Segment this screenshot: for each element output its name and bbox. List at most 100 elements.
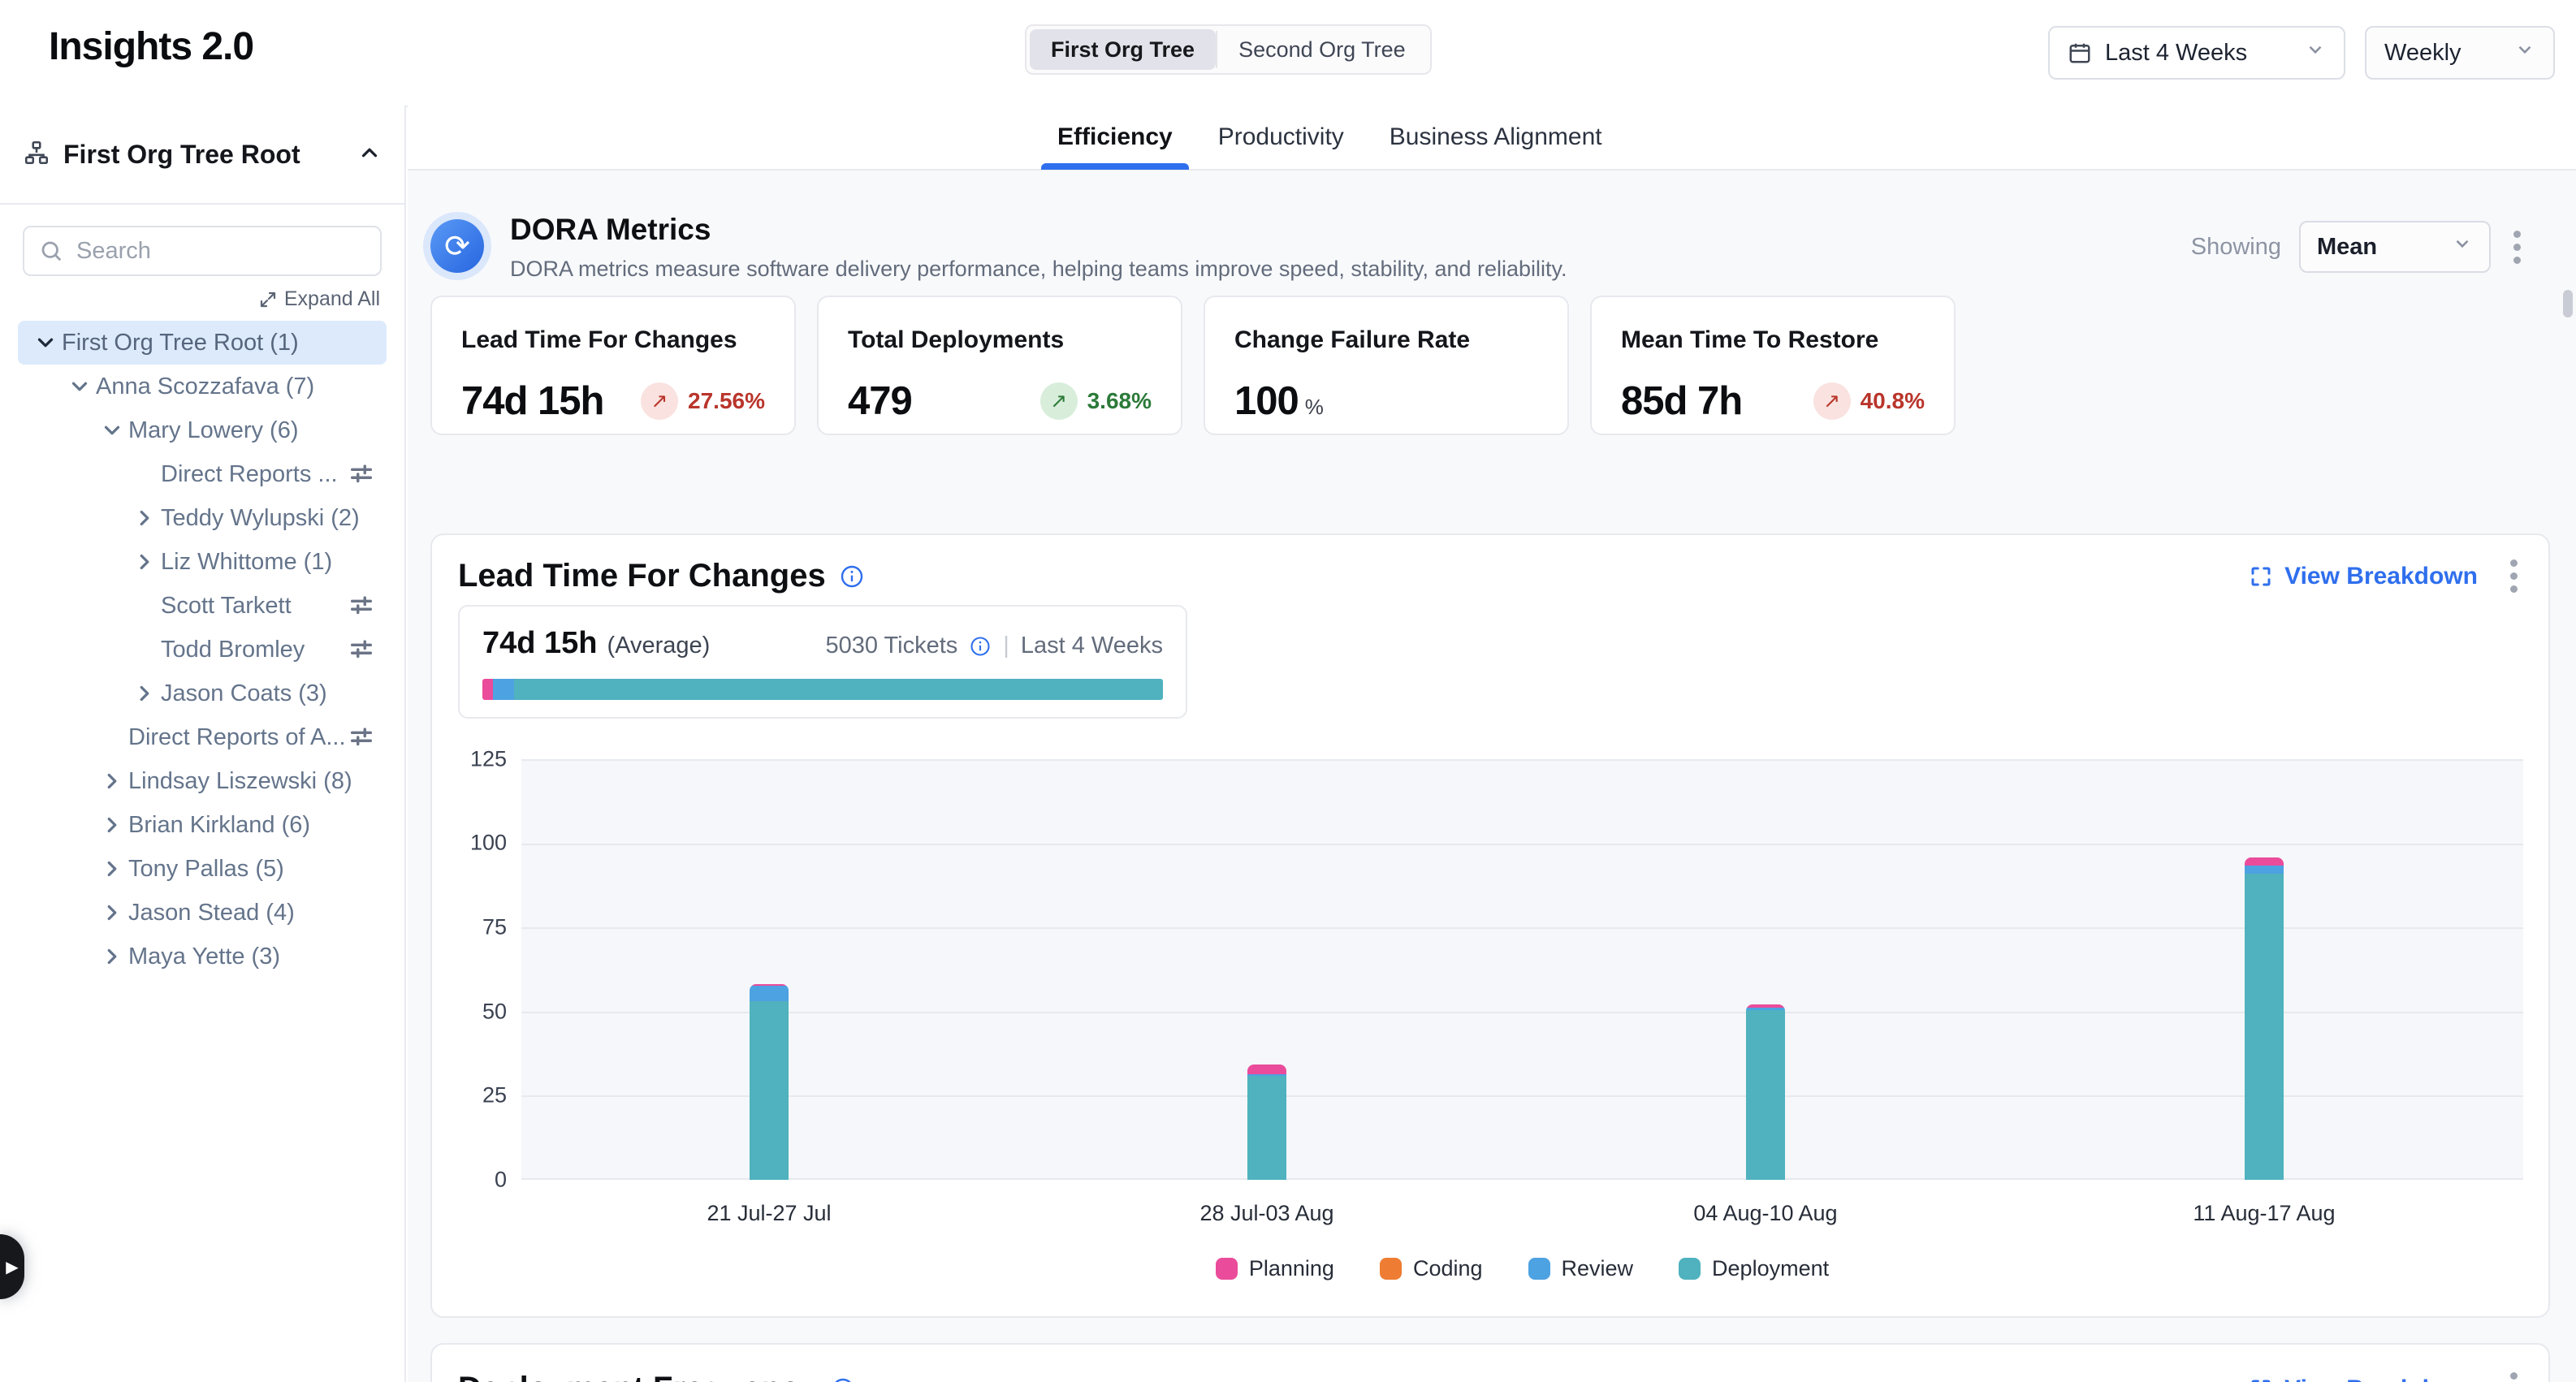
- tree-item-jason-stead[interactable]: Jason Stead (4): [18, 891, 387, 935]
- tab-business-alignment[interactable]: Business Alignment: [1390, 105, 1602, 170]
- trend-up-arrow-icon: ↗: [1040, 382, 1078, 420]
- chevron-right-icon[interactable]: [96, 944, 128, 969]
- chevron-down-icon[interactable]: [29, 330, 62, 355]
- metric-card-change-failure-rate: Change Failure Rate 100 %: [1204, 296, 1569, 435]
- expand-all-button[interactable]: Expand All: [0, 276, 404, 317]
- chevron-down-icon[interactable]: [96, 418, 128, 443]
- metric-value: 74d 15h: [461, 378, 603, 424]
- chart-legend: Planning Coding Review Deployment: [521, 1256, 2523, 1281]
- lead-time-average-box: 74d 15h (Average) 5030 Tickets | Last 4 …: [458, 605, 1187, 719]
- metric-value: 85d 7h: [1621, 378, 1742, 424]
- view-breakdown-button[interactable]: View Breakdown: [2249, 1376, 2478, 1382]
- tree-item-brian-kirkland[interactable]: Brian Kirkland (6): [18, 803, 387, 847]
- legend-coding[interactable]: Coding: [1380, 1256, 1483, 1281]
- expand-corners-icon: [2249, 1377, 2273, 1382]
- tab-efficiency[interactable]: Efficiency: [1057, 105, 1173, 170]
- lead-time-chart-plot: [521, 759, 2523, 1180]
- deployment-frequency-title: Deployment Frequency: [458, 1371, 856, 1382]
- phase-distribution-bar: [482, 679, 1163, 700]
- tab-productivity[interactable]: Productivity: [1218, 105, 1344, 170]
- info-icon[interactable]: [830, 1376, 856, 1382]
- dashboard-content: ⟳ DORA Metrics DORA metrics measure soft…: [408, 172, 2576, 1382]
- aggregation-select[interactable]: Mean: [2299, 221, 2491, 273]
- granularity-value: Weekly: [2384, 40, 2461, 67]
- info-icon[interactable]: [969, 635, 992, 658]
- lead-time-kebab-menu[interactable]: [2505, 555, 2522, 598]
- granularity-select[interactable]: Weekly: [2365, 26, 2555, 80]
- chevron-down-icon[interactable]: [63, 374, 96, 399]
- review-swatch: [1528, 1258, 1550, 1280]
- tree-item-lindsay-liszewski[interactable]: Lindsay Liszewski (8): [18, 759, 387, 803]
- dora-section-description: DORA metrics measure software delivery p…: [510, 257, 1567, 282]
- bar-21jul-27jul[interactable]: [750, 984, 789, 1180]
- lead-time-card: Lead Time For Changes View Breakdown 74d…: [430, 533, 2550, 1318]
- app-title: Insights 2.0: [49, 24, 253, 69]
- chevron-down-icon: [2305, 39, 2326, 67]
- filter-sliders-icon[interactable]: [348, 636, 375, 663]
- tree-item-scott-tarkett[interactable]: Scott Tarkett: [18, 584, 387, 628]
- tree-item-mary-lowery[interactable]: Mary Lowery (6): [18, 408, 387, 452]
- metric-card-total-deployments: Total Deployments 479 ↗ 3.68%: [817, 296, 1182, 435]
- legend-planning[interactable]: Planning: [1216, 1256, 1334, 1281]
- metric-value: 100: [1234, 378, 1299, 424]
- planning-segment: [482, 679, 493, 700]
- metric-card-lead-time: Lead Time For Changes 74d 15h ↗ 27.56%: [430, 296, 796, 435]
- toggle-first-org-tree[interactable]: First Org Tree: [1030, 29, 1216, 70]
- tree-item-tony-pallas[interactable]: Tony Pallas (5): [18, 847, 387, 891]
- chevron-right-icon[interactable]: [128, 550, 161, 574]
- vertical-scrollbar-thumb[interactable]: [2563, 290, 2573, 317]
- tree-item-liz-whittome[interactable]: Liz Whittome (1): [18, 540, 387, 584]
- tree-item-direct-reports[interactable]: Direct Reports ...: [18, 452, 387, 496]
- trend-badge: ↗ 40.8%: [1813, 382, 1925, 420]
- tree-item-jason-coats[interactable]: Jason Coats (3): [18, 672, 387, 715]
- bar-11aug-17aug[interactable]: [2245, 857, 2284, 1180]
- tree-item-teddy-wylupski[interactable]: Teddy Wylupski (2): [18, 496, 387, 540]
- deployment-segment: [514, 679, 1163, 700]
- lead-time-title: Lead Time For Changes: [458, 558, 865, 594]
- chevron-right-icon[interactable]: [96, 857, 128, 881]
- dora-cycle-icon: ⟳: [430, 219, 484, 273]
- collapse-chevron-up-icon[interactable]: [357, 140, 382, 169]
- tree-item-anna-scozzafava[interactable]: Anna Scozzafava (7): [18, 365, 387, 408]
- tree-item-direct-reports-of-a[interactable]: Direct Reports of A...: [18, 715, 387, 759]
- chevron-right-icon[interactable]: [128, 681, 161, 706]
- chevron-right-icon[interactable]: [128, 506, 161, 530]
- trend-up-arrow-icon: ↗: [641, 382, 678, 420]
- average-value: 74d 15h: [482, 626, 598, 661]
- toggle-second-org-tree[interactable]: Second Org Tree: [1217, 29, 1427, 70]
- metric-cards-row: Lead Time For Changes 74d 15h ↗ 27.56% T…: [430, 296, 1956, 435]
- filter-sliders-icon[interactable]: [348, 592, 375, 620]
- deployment-frequency-kebab-menu[interactable]: [2505, 1367, 2522, 1382]
- sidebar-search[interactable]: [23, 226, 382, 276]
- tree-item-maya-yette[interactable]: Maya Yette (3): [18, 935, 387, 978]
- planning-swatch: [1216, 1258, 1238, 1280]
- bar-04aug-10aug[interactable]: [1746, 1004, 1785, 1180]
- chevron-right-icon[interactable]: [96, 769, 128, 793]
- filter-sliders-icon[interactable]: [348, 723, 375, 751]
- tree-item-first-org-tree-root[interactable]: First Org Tree Root (1): [18, 321, 387, 365]
- legend-deployment[interactable]: Deployment: [1679, 1256, 1829, 1281]
- chevron-right-icon[interactable]: [96, 813, 128, 837]
- showing-controls: Showing Mean: [2191, 221, 2526, 273]
- dora-section-title: DORA Metrics: [510, 213, 711, 247]
- sidebar-root-title: First Org Tree Root: [63, 140, 300, 170]
- legend-review[interactable]: Review: [1528, 1256, 1634, 1281]
- view-breakdown-button[interactable]: View Breakdown: [2249, 563, 2478, 590]
- calendar-icon: [2068, 41, 2092, 65]
- sidebar-collapse-handle[interactable]: ▶: [0, 1234, 24, 1299]
- tree-item-todd-bromley[interactable]: Todd Bromley: [18, 628, 387, 672]
- search-input[interactable]: [75, 237, 365, 266]
- date-range-value: Last 4 Weeks: [2105, 40, 2247, 67]
- filter-sliders-icon[interactable]: [348, 460, 375, 488]
- trend-badge: ↗ 27.56%: [641, 382, 765, 420]
- expand-arrows-icon: [258, 290, 278, 309]
- chevron-down-icon: [2514, 39, 2535, 67]
- date-range-select[interactable]: Last 4 Weeks: [2048, 26, 2345, 80]
- chevron-right-icon[interactable]: [96, 900, 128, 925]
- bar-28jul-03aug[interactable]: [1247, 1065, 1286, 1180]
- info-icon[interactable]: [839, 564, 865, 590]
- metric-unit: %: [1305, 395, 1324, 420]
- dora-kebab-menu[interactable]: [2509, 226, 2526, 269]
- tab-bar: Efficiency Productivity Business Alignme…: [408, 106, 2576, 171]
- sidebar-header[interactable]: First Org Tree Root: [0, 106, 404, 205]
